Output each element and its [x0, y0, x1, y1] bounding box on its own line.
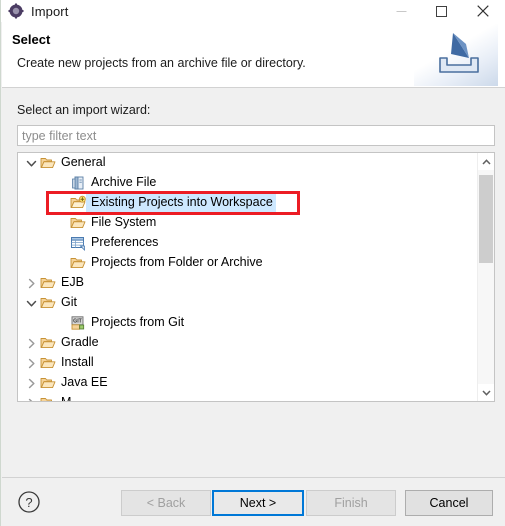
back-button-label: < Back [146, 496, 186, 510]
chevron-right-icon[interactable] [26, 398, 37, 401]
tree-row[interactable]: Projects from Folder or Archive [18, 253, 479, 273]
scrollbar-track[interactable] [478, 170, 494, 384]
tree-row-label: Java EE [61, 375, 108, 389]
chevron-right-icon[interactable] [26, 378, 37, 389]
tree-row-label: Archive File [91, 175, 157, 189]
tree-row-label: Preferences [91, 235, 159, 249]
chevron-right-icon[interactable] [26, 358, 37, 369]
import-wizard-tree[interactable]: General Archive File Existing Projects int… [17, 152, 495, 402]
preferences-icon [70, 235, 86, 251]
folder-icon [40, 155, 56, 171]
folder-icon [40, 335, 56, 351]
wizard-list-label: Select an import wizard: [17, 103, 151, 117]
folder-icon [70, 255, 86, 271]
tree-row[interactable]: M [18, 393, 479, 401]
folder-icon [40, 375, 56, 391]
import-wizard-icon [8, 3, 24, 19]
next-button-label: Next > [239, 496, 277, 510]
tree-row[interactable]: Git [18, 293, 479, 313]
next-button[interactable]: Next > [212, 490, 304, 516]
folder-icon [70, 215, 86, 231]
cancel-button[interactable]: Cancel [405, 490, 493, 516]
chevron-down-icon[interactable] [478, 384, 494, 401]
tree-rows-container: General Archive File Existing Projects int… [18, 153, 479, 401]
tree-row-label: File System [91, 215, 157, 229]
tree-row-label: Install [61, 355, 94, 369]
tree-row[interactable]: Gradle [18, 333, 479, 353]
tree-row-label: General [61, 155, 106, 169]
git-icon: GIT [70, 315, 86, 331]
close-icon[interactable] [463, 0, 503, 22]
help-icon[interactable]: ? [17, 490, 41, 514]
svg-text:GIT: GIT [73, 319, 82, 325]
filter-input[interactable] [17, 125, 495, 146]
tree-row-label: M [56, 394, 74, 401]
chevron-up-icon[interactable] [478, 153, 494, 170]
tree-row[interactable]: Java EE [18, 373, 479, 393]
folder-icon [40, 275, 56, 291]
tree-row[interactable]: Archive File [18, 173, 479, 193]
chevron-down-icon[interactable] [26, 158, 37, 169]
page-title: Select [12, 32, 51, 47]
tree-row-label: Gradle [61, 335, 99, 349]
window-title: Import [31, 3, 69, 19]
tree-row[interactable]: Preferences [18, 233, 479, 253]
maximize-icon[interactable] [421, 0, 461, 22]
finish-button-label: Finish [334, 496, 368, 510]
tree-row-label: Projects from Folder or Archive [91, 255, 263, 269]
tree-row[interactable]: Install [18, 353, 479, 373]
tree-row-label: Git [61, 295, 77, 309]
chevron-right-icon[interactable] [26, 338, 37, 349]
minimize-icon[interactable] [381, 0, 421, 22]
import-banner-icon [414, 24, 498, 86]
archive-file-icon [70, 175, 86, 191]
page-description: Create new projects from an archive file… [17, 56, 306, 70]
folder-icon [40, 395, 56, 401]
tree-row-label: Projects from Git [91, 315, 185, 329]
finish-button[interactable]: Finish [306, 490, 396, 516]
wizard-header: Select Create new projects from an archi… [2, 22, 505, 88]
tree-row[interactable]: GIT Projects from Git [18, 313, 479, 333]
back-button[interactable]: < Back [121, 490, 211, 516]
folder-icon [40, 295, 56, 311]
chevron-right-icon[interactable] [26, 278, 37, 289]
folder-icon [40, 355, 56, 371]
cancel-button-label: Cancel [429, 496, 469, 510]
svg-text:?: ? [25, 495, 32, 510]
tree-scrollbar[interactable] [477, 153, 494, 401]
import-dialog: Import Select Create new projects from a… [0, 0, 505, 526]
folder-new-icon [70, 195, 86, 211]
tree-row[interactable]: File System [18, 213, 479, 233]
dialog-body: Select an import wizard: General Archive … [2, 89, 505, 477]
title-bar: Import [1, 0, 505, 22]
tree-row[interactable]: General [18, 153, 479, 173]
chevron-down-icon[interactable] [26, 298, 37, 309]
tree-row[interactable]: EJB [18, 273, 479, 293]
tree-row-label: Existing Projects into Workspace [86, 194, 276, 212]
tree-row-label: EJB [61, 275, 84, 289]
scrollbar-thumb[interactable] [479, 175, 493, 263]
tree-row[interactable]: Existing Projects into Workspace [18, 193, 479, 213]
